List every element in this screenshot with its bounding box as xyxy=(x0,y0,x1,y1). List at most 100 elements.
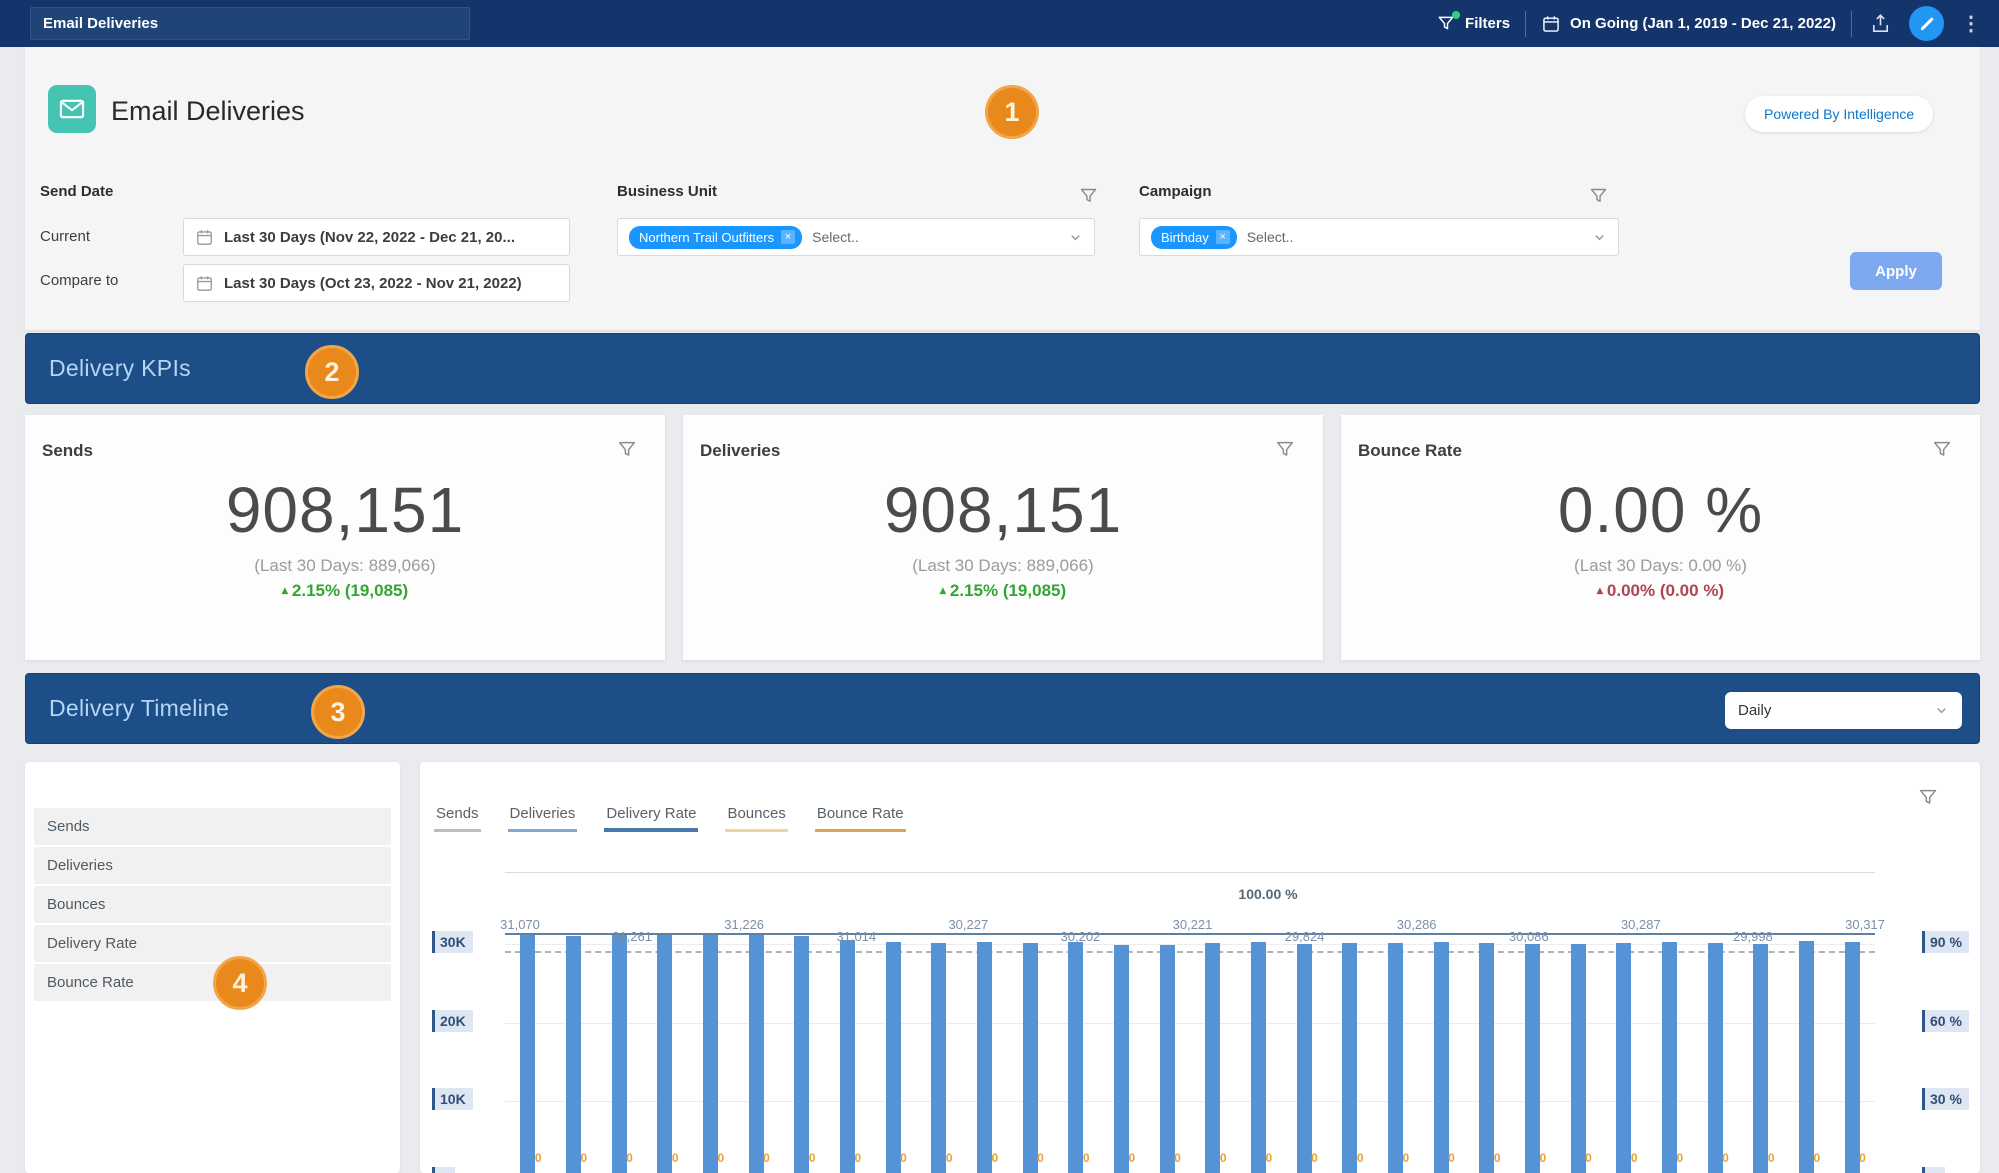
chart-bar[interactable] xyxy=(1799,941,1814,1173)
chip-remove-icon[interactable]: × xyxy=(781,230,796,244)
chart-top-rule xyxy=(505,872,1875,873)
chart-bar[interactable] xyxy=(1525,943,1540,1173)
chevron-down-icon xyxy=(1592,230,1607,245)
more-menu-button[interactable]: ⋮ xyxy=(1959,14,1983,34)
chart-bar[interactable] xyxy=(1022,942,1038,1173)
chart-bar[interactable] xyxy=(1479,942,1495,1173)
kpi-title: Bounce Rate xyxy=(1358,441,1462,460)
step-badge-4: 4 xyxy=(213,956,267,1010)
powered-by-badge[interactable]: Powered By Intelligence xyxy=(1745,96,1934,132)
calendar-icon xyxy=(1541,14,1561,34)
step-badge-2: 2 xyxy=(305,345,359,399)
chart-bar[interactable] xyxy=(1114,944,1129,1173)
chart-bar[interactable] xyxy=(885,942,901,1173)
send-date-label: Send Date xyxy=(40,183,114,200)
chart-bar[interactable] xyxy=(1296,943,1312,1173)
filter-funnel-icon[interactable] xyxy=(616,439,638,461)
chart-bar[interactable] xyxy=(1844,942,1860,1173)
export-button[interactable] xyxy=(1867,10,1894,37)
chart-bar[interactable] xyxy=(1707,943,1723,1173)
calendar-icon xyxy=(195,274,214,293)
chart-bar[interactable] xyxy=(840,940,855,1173)
filter-funnel-icon[interactable] xyxy=(1274,439,1296,461)
kpi-card-sends: Sends 908,151 (Last 30 Days: 889,066) ▴ 2… xyxy=(25,415,665,660)
bounces-zero-label: 0 xyxy=(1630,1151,1638,1165)
kpi-value: 908,151 xyxy=(225,474,465,546)
chart-bar[interactable] xyxy=(1388,942,1403,1173)
chart-bar[interactable] xyxy=(1205,942,1221,1173)
chart-bar[interactable] xyxy=(794,935,810,1173)
chart-point-label: 30,287 xyxy=(1620,917,1661,932)
chart-point-label: 31,014 xyxy=(836,929,877,944)
y-axis-tick: 10K xyxy=(432,1088,473,1110)
bounces-zero-label: 0 xyxy=(1311,1151,1318,1165)
filters-active-dot xyxy=(1452,10,1461,19)
business-unit-label: Business Unit xyxy=(617,183,718,200)
chart-bar[interactable] xyxy=(703,934,718,1173)
chart-bar[interactable] xyxy=(1662,942,1677,1173)
select-placeholder: Select.. xyxy=(1246,229,1294,245)
campaign-select[interactable]: Birthday × Select.. xyxy=(1139,218,1619,256)
bounces-zero-label: 0 xyxy=(626,1151,633,1165)
kpi-title: Deliveries xyxy=(700,441,781,460)
campaign-funnel-icon[interactable] xyxy=(1588,186,1609,207)
chart-point-label: 31,070 xyxy=(500,917,540,932)
chart-bar[interactable] xyxy=(1251,941,1266,1173)
delivery-timeline-chart-panel: Sends Deliveries Delivery Rate Bounces Bounc… xyxy=(420,762,1980,1173)
chart-bar[interactable] xyxy=(931,942,947,1173)
date-range-button[interactable]: On Going (Jan 1, 2019 - Dec 21, 2022) xyxy=(1541,14,1836,34)
bounces-zero-label: 0 xyxy=(991,1151,999,1165)
chart-bar[interactable] xyxy=(1616,942,1632,1173)
filters-button[interactable]: Filters xyxy=(1436,10,1510,34)
y2-axis-tick: 0 xyxy=(1922,1167,1945,1173)
current-date-input[interactable]: Last 30 Days (Nov 22, 2022 - Dec 21, 20.… xyxy=(183,218,570,256)
chart-bar[interactable] xyxy=(1159,945,1175,1173)
apply-button[interactable]: Apply xyxy=(1850,252,1942,290)
dashboard-title-input[interactable]: Email Deliveries xyxy=(30,7,470,40)
filter-funnel-icon xyxy=(1436,10,1461,34)
bounces-zero-label: 0 xyxy=(1219,1151,1227,1165)
page-title: Email Deliveries xyxy=(111,96,305,126)
bounces-zero-label: 0 xyxy=(717,1151,725,1165)
bounces-zero-label: 0 xyxy=(1174,1151,1181,1165)
metric-list-item[interactable]: Delivery Rate xyxy=(34,925,391,962)
filter-funnel-icon[interactable] xyxy=(1931,439,1953,461)
granularity-select[interactable]: Daily xyxy=(1725,692,1962,729)
kpi-change: ▴ 0.00% (0.00 %) xyxy=(1596,581,1725,600)
kpi-title: Sends xyxy=(42,441,94,460)
metric-list-item[interactable]: Deliveries xyxy=(34,847,391,884)
bounces-zero-label: 0 xyxy=(1356,1151,1364,1165)
bounces-zero-label: 0 xyxy=(1082,1151,1090,1165)
kpi-subtitle: (Last 30 Days: 889,066) xyxy=(912,556,1094,575)
bounces-zero-label: 0 xyxy=(1813,1151,1821,1165)
business-unit-funnel-icon[interactable] xyxy=(1078,186,1099,207)
granularity-value: Daily xyxy=(1738,702,1772,719)
chart-bar[interactable] xyxy=(1433,941,1449,1173)
current-date-value: Last 30 Days (Nov 22, 2022 - Dec 21, 20.… xyxy=(224,228,515,246)
business-unit-select[interactable]: Northern Trail Outfitters × Select.. xyxy=(617,218,1095,256)
metric-list-item[interactable]: Sends xyxy=(34,808,391,845)
edit-button[interactable] xyxy=(1909,6,1944,41)
bounces-zero-label: 0 xyxy=(763,1151,770,1165)
chart-bar[interactable] xyxy=(1753,944,1769,1173)
topbar-actions: Filters On Going (Jan 1, 2019 - Dec 21, … xyxy=(1436,6,1983,41)
bounces-zero-label: 0 xyxy=(534,1151,542,1165)
compare-date-input[interactable]: Last 30 Days (Oct 23, 2022 - Nov 21, 202… xyxy=(183,264,570,302)
chart-point-label: 29,824 xyxy=(1284,929,1325,944)
y-axis-tick: 30K xyxy=(432,931,473,953)
chart-bar[interactable] xyxy=(520,935,536,1173)
kpi-subtitle: (Last 30 Days: 889,066) xyxy=(254,556,436,575)
chart-bar[interactable] xyxy=(566,936,581,1173)
chart-bar[interactable] xyxy=(657,935,673,1173)
bounces-zero-label: 0 xyxy=(945,1151,953,1165)
select-placeholder: Select.. xyxy=(812,229,859,245)
chart-bar[interactable] xyxy=(1570,943,1586,1173)
chart-bar[interactable] xyxy=(1068,942,1084,1173)
metric-list-item[interactable]: Bounces xyxy=(34,886,391,923)
compare-to-label: Compare to xyxy=(40,272,119,289)
chart-bar[interactable] xyxy=(1342,943,1358,1173)
chart-bar[interactable] xyxy=(611,933,627,1173)
chart-bar[interactable] xyxy=(748,935,764,1173)
chip-remove-icon[interactable]: × xyxy=(1215,230,1230,244)
chart-bar[interactable] xyxy=(977,942,992,1173)
